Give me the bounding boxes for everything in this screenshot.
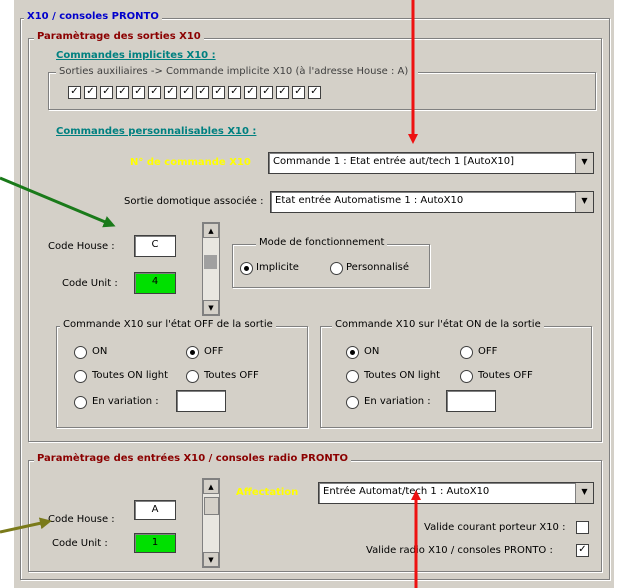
annotation-arrows — [0, 0, 421, 588]
green-arrow — [0, 176, 116, 228]
olive-arrow — [0, 517, 52, 534]
